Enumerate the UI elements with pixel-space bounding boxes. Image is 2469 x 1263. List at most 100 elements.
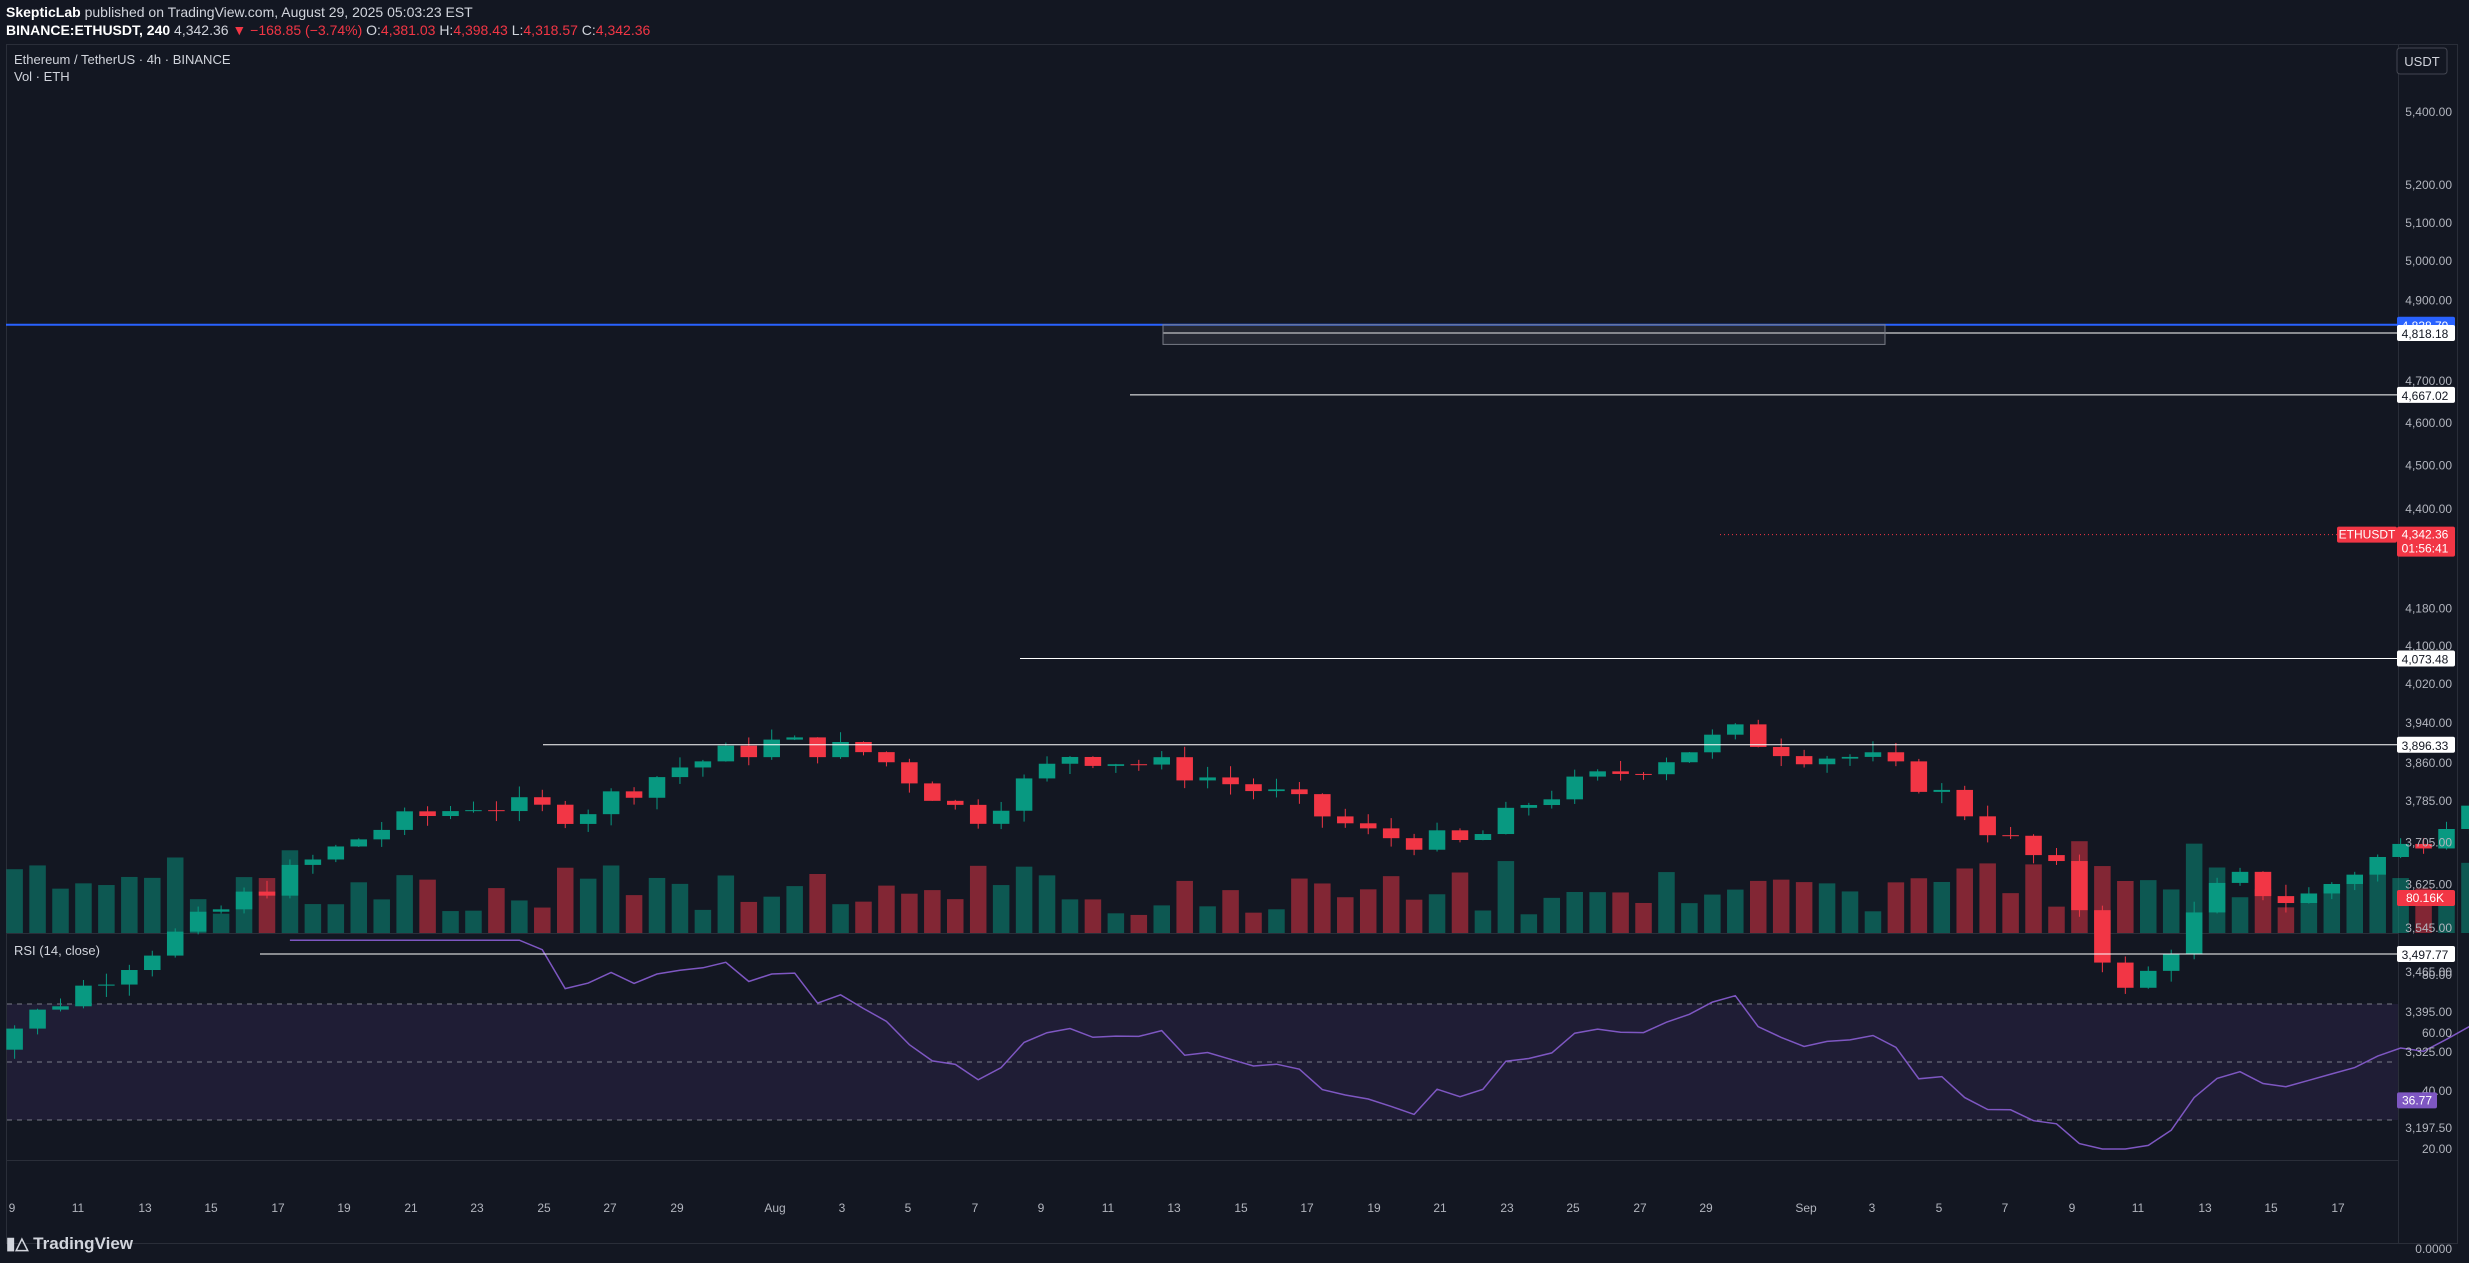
volume-bar: [1382, 876, 1400, 933]
candle-body: [75, 985, 92, 1007]
price-tick-label: 4,700.00: [2405, 374, 2452, 388]
volume-bar: [1635, 902, 1652, 933]
candle-body: [2117, 962, 2134, 988]
volume-bar: [1681, 903, 1698, 933]
time-tick-label: 17: [271, 1201, 285, 1215]
candle-body: [969, 804, 987, 824]
time-tick-label: 17: [1300, 1201, 1314, 1215]
price-tick-label: 4,180.00: [2405, 602, 2452, 616]
volume-bar: [373, 899, 390, 933]
time-tick-label: 19: [337, 1201, 351, 1215]
candle-body: [511, 797, 528, 812]
time-tick-label: 5: [905, 1201, 912, 1215]
time-tick-label: 17: [2331, 1201, 2345, 1215]
volume-bar: [1153, 905, 1171, 933]
volume-bar: [1543, 897, 1561, 933]
currency-button[interactable]: USDT: [2396, 47, 2448, 75]
candle-body: [98, 984, 115, 986]
time-tick-label: 13: [1167, 1201, 1181, 1215]
candle-body: [350, 839, 368, 847]
candle-body: [121, 970, 138, 985]
price-tick-label: 3,625.00: [2405, 878, 2452, 892]
volume-bar: [1727, 889, 1744, 933]
volume-bar: [2117, 880, 2134, 933]
volume-bar: [855, 901, 872, 933]
volume-bar: [6, 869, 23, 933]
volume-bar: [1704, 894, 1721, 933]
price-tick-label: 4,500.00: [2405, 458, 2452, 472]
symbol-tag: ETHUSDT: [2339, 528, 2396, 542]
candle-body: [878, 752, 895, 763]
volume-bar: [327, 904, 345, 933]
rsi-legend[interactable]: RSI (14, close): [14, 943, 100, 958]
volume-bar: [1749, 880, 1767, 933]
volume-bar: [29, 865, 46, 933]
volume-bar: [763, 896, 780, 933]
candle-body: [1199, 777, 1216, 781]
currency-button-label: USDT: [2404, 54, 2439, 69]
candle-body: [2071, 861, 2088, 911]
volume-bar: [924, 890, 941, 933]
volume-bar: [1038, 875, 1056, 933]
candle-body: [1428, 830, 1446, 850]
time-tick-label: Sep: [1795, 1201, 1817, 1215]
candle-body: [1910, 761, 1928, 792]
candle-body: [809, 737, 826, 758]
candle-body: [1589, 771, 1606, 777]
candle-body: [1864, 752, 1882, 757]
volume-bar: [1956, 868, 1973, 933]
volume-bar: [969, 865, 987, 933]
last-price-label: 4,342.36: [2402, 528, 2449, 542]
time-tick-label: 7: [972, 1201, 979, 1215]
time-tick-label: 29: [1699, 1201, 1713, 1215]
candle-body: [1818, 758, 1836, 765]
candle-body: [212, 909, 230, 912]
tradingview-logo[interactable]: ▮△ TradingView: [6, 1234, 133, 1254]
volume-bar: [901, 893, 918, 933]
chart-canvas[interactable]: 5,400.00 5,200.00 5,100.00 5,000.00 4,900.00…: [0, 0, 2469, 1263]
level-price-label: 4,818.18: [2402, 327, 2449, 341]
volume-bar: [1658, 872, 1675, 933]
time-tick-label: 3: [839, 1201, 846, 1215]
time-tick-label: Aug: [764, 1201, 785, 1215]
volume-bar: [1612, 892, 1629, 933]
volume-bar: [1199, 906, 1216, 933]
candle-body: [488, 810, 505, 812]
volume-bar: [144, 877, 161, 933]
time-tick-label: 7: [2002, 1201, 2009, 1215]
volume-bar: [121, 876, 138, 933]
price-tick-label: 5,100.00: [2405, 216, 2452, 230]
price-tick-label: 5,200.00: [2405, 178, 2452, 192]
candle-body: [1382, 828, 1400, 839]
candle-body: [235, 891, 253, 910]
volume-legend[interactable]: Vol · ETH: [14, 69, 70, 84]
candle-body: [2025, 835, 2042, 856]
candle-body: [1933, 789, 1951, 792]
time-tick-label: 23: [470, 1201, 484, 1215]
candle-body: [2254, 871, 2272, 897]
volume-bar: [694, 909, 712, 933]
candle-body: [694, 761, 712, 768]
price-tick-label: 5,000.00: [2405, 254, 2452, 268]
candle-body: [924, 783, 941, 801]
candle-body: [2185, 912, 2203, 955]
price-tick-label: 4,020.00: [2405, 677, 2452, 691]
volume-bar: [1084, 899, 1102, 933]
volume-bar: [1589, 892, 1606, 933]
time-tick-label: 23: [1500, 1201, 1514, 1215]
candle-body: [2277, 896, 2295, 904]
candle-body: [1451, 830, 1469, 841]
volume-bar: [304, 904, 322, 933]
price-tick-label: 3,940.00: [2405, 716, 2452, 730]
volume-bar: [717, 875, 735, 933]
candle-body: [442, 811, 459, 817]
candle-body: [901, 762, 918, 784]
chart-legend-title[interactable]: Ethereum / TetherUS · 4h · BINANCE: [14, 52, 231, 67]
candle-body: [786, 737, 803, 740]
candle-body: [1612, 771, 1629, 774]
volume-bar: [511, 900, 528, 933]
candle-body: [1566, 776, 1583, 800]
volume-bar: [465, 910, 482, 933]
candle-body: [2140, 970, 2157, 988]
volume-bar: [602, 865, 620, 933]
